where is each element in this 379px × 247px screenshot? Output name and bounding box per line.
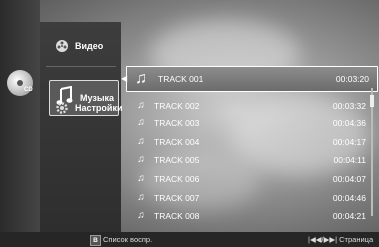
track-duration: 00:03:32 <box>332 100 366 111</box>
track-title: TRACK 004 <box>154 136 200 147</box>
track-row[interactable]: ♫ TRACK 008 00:04:21 <box>136 207 366 224</box>
track-list: ◀ ♫ TRACK 001 00:03:20 ♫ TRACK 002 00:03… <box>121 0 379 232</box>
track-row[interactable]: ♫ TRACK 005 00:04:11 <box>136 151 366 168</box>
menu-divider <box>46 66 116 67</box>
track-title: TRACK 008 <box>154 210 200 221</box>
track-title: TRACK 005 <box>154 154 200 165</box>
track-duration: 00:04:11 <box>333 154 366 165</box>
track-title: TRACK 007 <box>154 192 200 203</box>
track-title: TRACK 002 <box>154 100 200 111</box>
player-screen: CD Видео Музыка Настройки ◀ ♫ TRACK 001 <box>0 0 379 247</box>
music-note-icon: ♫ <box>135 70 147 87</box>
selection-arrow-icon: ◀ <box>121 74 128 83</box>
menu-item-label: Настройки <box>75 103 123 113</box>
music-note-icon: ♫ <box>137 136 145 147</box>
music-note-icon: ♫ <box>137 173 145 184</box>
playlist-hint: Список воспр. <box>103 235 153 244</box>
music-note-icon: ♫ <box>137 154 145 165</box>
track-duration: 00:04:07 <box>332 173 366 184</box>
b-button-icon[interactable]: B <box>90 235 101 246</box>
gear-icon <box>55 101 69 115</box>
category-menu: Видео Музыка Настройки <box>40 22 123 232</box>
music-note-icon: ♫ <box>137 117 145 128</box>
track-duration: 00:04:46 <box>332 192 366 203</box>
track-row[interactable]: ♫ TRACK 006 00:04:07 <box>136 170 366 187</box>
track-duration: 00:03:20 <box>335 74 369 84</box>
menu-item-video[interactable]: Видео <box>40 32 121 60</box>
footer-bar: B Список воспр. |◀◀/▶▶| Страница <box>0 232 379 247</box>
track-row[interactable]: ♫ TRACK 004 00:04:17 <box>136 133 366 150</box>
track-row[interactable]: ♫ TRACK 007 00:04:46 <box>136 189 366 206</box>
track-duration: 00:04:21 <box>332 210 366 221</box>
source-sidebar: CD <box>0 0 40 232</box>
track-title: TRACK 003 <box>154 117 200 128</box>
track-duration: 00:04:36 <box>332 117 366 128</box>
music-note-icon: ♫ <box>137 100 145 111</box>
track-row[interactable]: ♫ TRACK 002 00:03:32 <box>136 97 366 114</box>
track-row[interactable]: ♫ TRACK 003 00:04:36 <box>136 114 366 131</box>
track-title: TRACK 006 <box>154 173 200 184</box>
menu-item-label: Видео <box>75 41 104 51</box>
music-note-icon: ♫ <box>137 210 145 221</box>
track-title: TRACK 001 <box>158 74 204 84</box>
page-navigation-hint: |◀◀/▶▶| Страница <box>308 235 374 244</box>
film-reel-icon <box>55 39 69 53</box>
disc-label: CD <box>24 87 33 93</box>
scrollbar-thumb[interactable] <box>370 95 374 107</box>
menu-item-settings[interactable]: Настройки <box>40 94 123 122</box>
scrollbar-track[interactable] <box>371 88 373 216</box>
music-note-icon: ♫ <box>137 192 145 203</box>
track-duration: 00:04:17 <box>332 136 366 147</box>
track-row-selected[interactable]: ◀ ♫ TRACK 001 00:03:20 <box>121 66 378 92</box>
